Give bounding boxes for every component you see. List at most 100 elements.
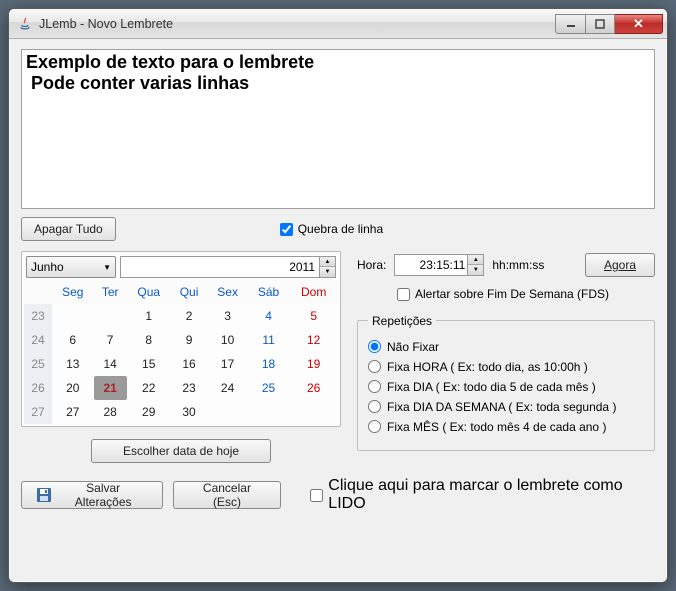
calendar-day[interactable]: 10 xyxy=(207,328,247,352)
calendar-day xyxy=(248,400,290,424)
repeat-radio[interactable] xyxy=(368,420,381,433)
save-button-label: Salvar Alterações xyxy=(58,481,148,509)
spin-up-icon[interactable]: ▲ xyxy=(320,257,335,267)
repetition-legend: Repetições xyxy=(368,314,436,328)
calendar-day[interactable]: 13 xyxy=(52,352,94,376)
mark-read-label: Clique aqui para marcar o lembrete como … xyxy=(328,477,655,513)
calendar-day[interactable]: 17 xyxy=(207,352,247,376)
day-header: Sáb xyxy=(248,280,290,304)
month-dropdown[interactable]: Junho ▼ xyxy=(26,256,116,278)
calendar-day[interactable]: 26 xyxy=(289,376,338,400)
spin-down-icon[interactable]: ▼ xyxy=(468,265,483,275)
calendar-day xyxy=(52,304,94,328)
week-number: 24 xyxy=(24,328,52,352)
calendar-grid[interactable]: SegTerQuaQuiSexSábDom2312345246789101112… xyxy=(24,280,338,424)
now-button-label: Agora xyxy=(604,258,636,272)
calendar-day[interactable]: 19 xyxy=(289,352,338,376)
window-title: JLemb - Novo Lembrete xyxy=(39,17,555,31)
weekend-alert-input[interactable] xyxy=(397,288,410,301)
repeat-radio[interactable] xyxy=(368,360,381,373)
time-format-label: hh:mm:ss xyxy=(492,258,544,272)
cancel-button[interactable]: Cancelar (Esc) xyxy=(173,481,280,509)
repeat-option[interactable]: Fixa DIA DA SEMANA ( Ex: toda segunda ) xyxy=(368,400,644,414)
calendar-day[interactable]: 4 xyxy=(248,304,290,328)
repeat-option[interactable]: Fixa DIA ( Ex: todo dia 5 de cada mês ) xyxy=(368,380,644,394)
calendar-day[interactable]: 30 xyxy=(171,400,208,424)
clear-all-button[interactable]: Apagar Tudo xyxy=(21,217,116,241)
today-button-label: Escolher data de hoje xyxy=(123,444,239,458)
mark-read-checkbox[interactable]: Clique aqui para marcar o lembrete como … xyxy=(310,477,655,513)
line-wrap-checkbox[interactable]: Quebra de linha xyxy=(280,222,383,236)
calendar-day[interactable]: 7 xyxy=(94,328,127,352)
repetition-group: Repetições Não Fixar Fixa HORA ( Ex: todo… xyxy=(357,314,655,451)
repeat-label: Fixa HORA ( Ex: todo dia, as 10:00h ) xyxy=(387,360,588,374)
calendar-day[interactable]: 29 xyxy=(127,400,171,424)
day-header: Ter xyxy=(94,280,127,304)
repeat-radio[interactable] xyxy=(368,380,381,393)
repeat-option[interactable]: Fixa HORA ( Ex: todo dia, as 10:00h ) xyxy=(368,360,644,374)
calendar-day[interactable]: 22 xyxy=(127,376,171,400)
weekend-alert-label: Alertar sobre Fim De Semana (FDS) xyxy=(415,287,609,301)
time-spinner[interactable]: ▲▼ xyxy=(468,254,484,276)
calendar: Junho ▼ ▲▼ SegTerQuaQuiSexSábDom23123452… xyxy=(21,251,341,427)
mark-read-input[interactable] xyxy=(310,489,323,502)
calendar-day[interactable]: 6 xyxy=(52,328,94,352)
calendar-day xyxy=(289,400,338,424)
cancel-button-label: Cancelar (Esc) xyxy=(188,481,265,509)
spin-down-icon[interactable]: ▼ xyxy=(320,267,335,277)
calendar-day[interactable]: 2 xyxy=(171,304,208,328)
year-input[interactable] xyxy=(120,256,320,278)
calendar-day[interactable]: 25 xyxy=(248,376,290,400)
week-number: 27 xyxy=(24,400,52,424)
repeat-label: Fixa DIA ( Ex: todo dia 5 de cada mês ) xyxy=(387,380,596,394)
week-number: 23 xyxy=(24,304,52,328)
day-header: Qui xyxy=(171,280,208,304)
clear-all-label: Apagar Tudo xyxy=(34,222,103,236)
calendar-day[interactable]: 27 xyxy=(52,400,94,424)
calendar-day[interactable]: 14 xyxy=(94,352,127,376)
repeat-option[interactable]: Não Fixar xyxy=(368,340,644,354)
calendar-day[interactable]: 23 xyxy=(171,376,208,400)
week-number: 26 xyxy=(24,376,52,400)
repeat-radio[interactable] xyxy=(368,400,381,413)
spin-up-icon[interactable]: ▲ xyxy=(468,255,483,265)
maximize-button[interactable] xyxy=(585,14,615,34)
time-label: Hora: xyxy=(357,258,386,272)
calendar-day[interactable]: 5 xyxy=(289,304,338,328)
titlebar[interactable]: JLemb - Novo Lembrete ✕ xyxy=(9,9,667,39)
minimize-button[interactable] xyxy=(555,14,585,34)
weekend-alert-checkbox[interactable]: Alertar sobre Fim De Semana (FDS) xyxy=(397,287,609,301)
calendar-day[interactable]: 15 xyxy=(127,352,171,376)
save-button[interactable]: Salvar Alterações xyxy=(21,481,163,509)
calendar-day[interactable]: 18 xyxy=(248,352,290,376)
calendar-day[interactable]: 1 xyxy=(127,304,171,328)
calendar-day[interactable]: 8 xyxy=(127,328,171,352)
calendar-day[interactable]: 3 xyxy=(207,304,247,328)
repeat-radio[interactable] xyxy=(368,340,381,353)
close-button[interactable]: ✕ xyxy=(615,14,663,34)
calendar-day xyxy=(94,304,127,328)
year-spinner[interactable]: ▲▼ xyxy=(320,256,336,278)
chevron-down-icon: ▼ xyxy=(103,263,111,272)
calendar-day[interactable]: 12 xyxy=(289,328,338,352)
line-wrap-input[interactable] xyxy=(280,223,293,236)
repeat-option[interactable]: Fixa MÊS ( Ex: todo mês 4 de cada ano ) xyxy=(368,420,644,434)
now-button[interactable]: Agora xyxy=(585,253,655,277)
reminder-text-input[interactable]: Exemplo de texto para o lembrete Pode co… xyxy=(21,49,655,209)
calendar-day[interactable]: 16 xyxy=(171,352,208,376)
day-header: Sex xyxy=(207,280,247,304)
week-number: 25 xyxy=(24,352,52,376)
calendar-day[interactable]: 9 xyxy=(171,328,208,352)
calendar-day[interactable]: 24 xyxy=(207,376,247,400)
day-header: Qua xyxy=(127,280,171,304)
today-button[interactable]: Escolher data de hoje xyxy=(91,439,271,463)
calendar-day[interactable]: 21 xyxy=(94,376,127,400)
repeat-label: Fixa MÊS ( Ex: todo mês 4 de cada ano ) xyxy=(387,420,606,434)
day-header: Dom xyxy=(289,280,338,304)
month-value: Junho xyxy=(31,260,64,274)
calendar-day[interactable]: 11 xyxy=(248,328,290,352)
calendar-day[interactable]: 28 xyxy=(94,400,127,424)
time-input[interactable] xyxy=(394,254,468,276)
calendar-day[interactable]: 20 xyxy=(52,376,94,400)
repeat-label: Fixa DIA DA SEMANA ( Ex: toda segunda ) xyxy=(387,400,616,414)
